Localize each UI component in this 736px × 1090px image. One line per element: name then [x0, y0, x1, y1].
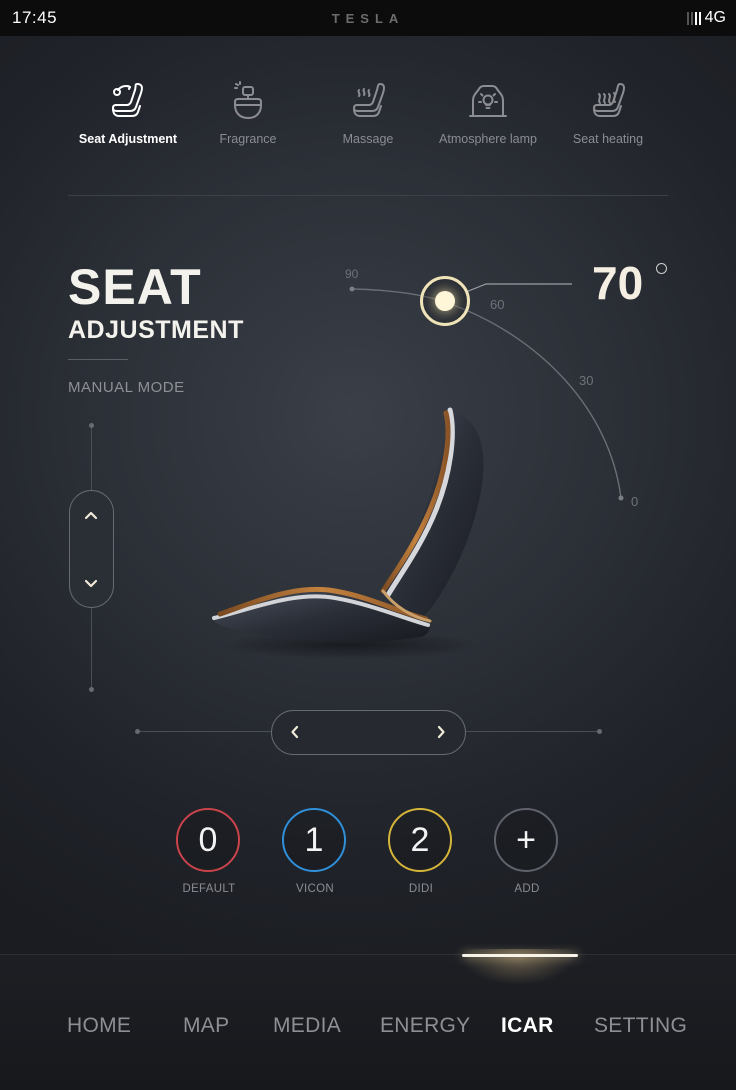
height-control — [69, 490, 114, 608]
gauge-tick-label: 60 — [490, 297, 504, 312]
preset-ring: 2 — [388, 808, 452, 872]
add-preset-button[interactable]: + ADD — [494, 808, 560, 895]
seat-forward-button[interactable] — [418, 711, 464, 753]
chevron-left-icon — [291, 725, 299, 739]
seat-backward-button[interactable] — [272, 711, 318, 753]
gauge-end-dot — [349, 286, 355, 292]
tab-label: Atmosphere lamp — [439, 132, 537, 146]
chevron-up-icon — [84, 511, 98, 520]
network-type: 4G — [704, 9, 726, 26]
massage-icon — [353, 83, 385, 117]
angle-knob[interactable] — [420, 276, 470, 326]
preset-list: 0 DEFAULT 1 VICON 2 DIDI + ADD — [176, 808, 576, 908]
nav-item-home[interactable]: HOME — [67, 1014, 131, 1038]
tab-label: Fragrance — [219, 132, 277, 146]
tab-label: Seat Adjustment — [78, 132, 178, 146]
status-time: 17:45 — [12, 8, 58, 27]
nav-item-setting[interactable]: SETTING — [594, 1014, 687, 1038]
chevron-right-icon — [437, 725, 445, 739]
angle-value: 70 — [592, 257, 644, 309]
preset-label: VICON — [296, 883, 334, 895]
nav-item-icar[interactable]: ICAR — [501, 1014, 554, 1038]
horizontal-track-end — [597, 729, 602, 734]
horizontal-track-end — [135, 729, 140, 734]
preset-label: ADD — [514, 883, 540, 895]
vertical-track-end — [89, 687, 94, 692]
tab-atmosphere-lamp[interactable]: Atmosphere lamp — [428, 78, 548, 146]
section-divider — [68, 195, 668, 196]
seat-down-button[interactable] — [70, 562, 112, 606]
seat-heating-icon — [593, 83, 625, 117]
preset-ring: 1 — [282, 808, 346, 872]
status-right: 4G — [686, 9, 726, 27]
status-bar: 17:45 TESLA 4G — [0, 0, 736, 36]
degree-icon — [656, 263, 667, 274]
preset-ring: 0 — [176, 808, 240, 872]
page-title: SEAT — [68, 259, 202, 315]
gauge-tick-label: 30 — [579, 373, 593, 388]
bottom-nav: HOME MAP MEDIA ENERGY ICAR SETTING — [0, 949, 736, 1090]
brand-logo: TESLA — [331, 10, 405, 26]
angle-knob-dot — [435, 291, 455, 311]
atmosphere-lamp-icon — [469, 85, 507, 117]
page-subtitle: ADJUSTMENT — [68, 316, 244, 344]
position-control — [271, 710, 466, 755]
gauge-end-dot — [618, 495, 624, 501]
preset-didi[interactable]: 2 DIDI — [388, 808, 454, 895]
signal-icon — [686, 11, 701, 25]
feature-tabs: Seat Adjustment Fragrance Massage Atmosp… — [68, 78, 668, 158]
nav-item-map[interactable]: MAP — [183, 1014, 229, 1038]
tab-fragrance[interactable]: Fragrance — [188, 78, 308, 146]
gauge-tick-label: 0 — [631, 494, 638, 509]
vertical-track-end — [89, 423, 94, 428]
tab-seat-adjustment[interactable]: Seat Adjustment — [68, 78, 188, 146]
preset-default[interactable]: 0 DEFAULT — [176, 808, 242, 895]
preset-label: DEFAULT — [182, 883, 236, 895]
tab-seat-heating[interactable]: Seat heating — [548, 78, 668, 146]
tab-massage[interactable]: Massage — [308, 78, 428, 146]
preset-label: DIDI — [408, 883, 434, 895]
seat-up-button[interactable] — [70, 493, 112, 537]
seat-adjust-icon — [112, 83, 143, 117]
title-rule — [68, 359, 128, 360]
seat-illustration — [212, 407, 484, 659]
gauge-pointer-line — [465, 283, 572, 293]
nav-item-energy[interactable]: ENERGY — [380, 1014, 471, 1038]
nav-active-indicator — [462, 954, 578, 957]
fragrance-icon — [234, 81, 262, 119]
preset-vicon[interactable]: 1 VICON — [282, 808, 348, 895]
chevron-down-icon — [84, 579, 98, 588]
mode-label: MANUAL MODE — [68, 379, 185, 396]
plus-icon: + — [494, 808, 558, 872]
nav-item-media[interactable]: MEDIA — [273, 1014, 341, 1038]
gauge-tick-label: 90 — [345, 267, 359, 281]
tab-label: Seat heating — [572, 132, 644, 146]
tab-label: Massage — [342, 132, 394, 146]
